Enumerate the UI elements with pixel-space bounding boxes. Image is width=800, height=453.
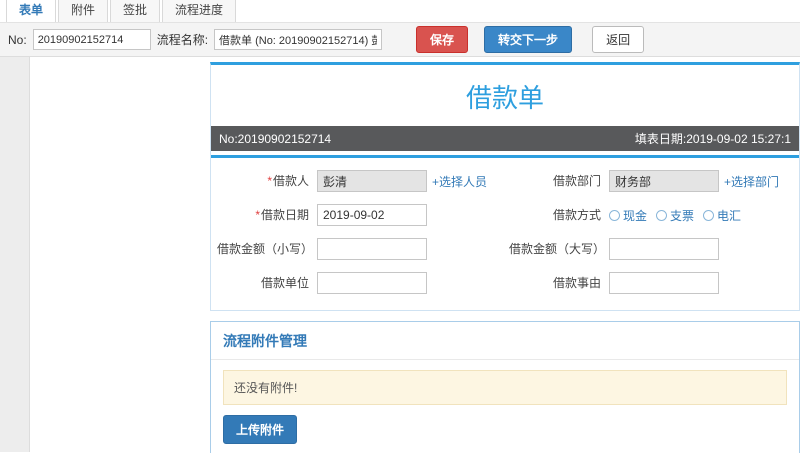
form-no-text: No:20190902152714 <box>219 131 332 146</box>
attachment-panel: 流程附件管理 还没有附件! 上传附件 <box>210 321 800 453</box>
process-name-input[interactable] <box>214 29 383 50</box>
borrower-input[interactable] <box>317 170 427 192</box>
no-input[interactable] <box>32 29 151 50</box>
tab-process-progress[interactable]: 流程进度 <box>162 0 237 22</box>
left-sidebar-strip <box>0 57 30 452</box>
radio-icon[interactable] <box>609 209 620 221</box>
field-borrower: *借款人 +选择人员 <box>213 164 505 198</box>
transfer-next-step-button[interactable]: 转交下一步 <box>484 26 573 53</box>
upload-attachment-button[interactable]: 上传附件 <box>223 415 298 444</box>
form-date-text: 填表日期:2019-09-02 15:27:1 <box>634 132 791 146</box>
department-input[interactable] <box>609 170 719 192</box>
amount-lowercase-label: 借款金额（小写） <box>217 241 314 256</box>
field-loan-date: *借款日期 <box>213 198 505 232</box>
main-content: 借款单 No:20190902152714 填表日期:2019-09-02 15… <box>210 62 800 453</box>
field-loan-unit: 借款单位 <box>213 266 505 300</box>
radio-icon[interactable] <box>703 209 715 221</box>
loan-unit-label: 借款单位 <box>260 275 309 290</box>
save-button[interactable]: 保存 <box>416 26 469 53</box>
field-department: 借款部门 +选择部门 <box>505 164 797 198</box>
process-name-label: 流程名称: <box>156 33 209 47</box>
form-info-bar: No:20190902152714 填表日期:2019-09-02 15:27:… <box>211 126 799 151</box>
tab-form[interactable]: 表单 <box>6 0 57 22</box>
radio-label: 现金 <box>623 208 648 223</box>
borrower-label: *借款人 <box>267 173 309 188</box>
field-amount-lowercase: 借款金额（小写） <box>213 232 505 266</box>
no-label: No: <box>8 32 27 47</box>
field-amount-uppercase: 借款金额（大写） <box>505 232 797 266</box>
loan-reason-input[interactable] <box>609 272 719 294</box>
radio-label: 电汇 <box>717 208 742 223</box>
loan-form-panel: 借款单 No:20190902152714 填表日期:2019-09-02 15… <box>210 62 800 311</box>
radio-option-cash[interactable]: 现金 <box>609 207 647 224</box>
field-loan-method: 借款方式 现金 支票 电汇 <box>505 198 797 232</box>
action-toolbar: No: 流程名称: 保存 转交下一步 返回 <box>0 23 800 57</box>
top-tabbar: 表单 附件 签批 流程进度 <box>0 0 800 23</box>
page-title: 借款单 <box>465 83 544 113</box>
select-department-link[interactable]: +选择部门 <box>724 173 779 190</box>
loan-date-input[interactable] <box>317 204 427 226</box>
amount-uppercase-input[interactable] <box>609 238 719 260</box>
select-person-link[interactable]: +选择人员 <box>432 173 487 190</box>
tab-attachments[interactable]: 附件 <box>58 0 109 22</box>
radio-label: 支票 <box>670 208 695 223</box>
required-mark: * <box>255 207 260 222</box>
amount-uppercase-label: 借款金额（大写） <box>509 241 606 256</box>
loan-date-label: *借款日期 <box>255 207 309 222</box>
radio-icon[interactable] <box>656 209 668 221</box>
back-button[interactable]: 返回 <box>592 26 645 53</box>
form-fields-grid: *借款人 +选择人员 借款部门 +选择部门 *借款日期 借款方式 <box>211 158 799 310</box>
no-attachments-notice: 还没有附件! <box>223 370 787 405</box>
loan-unit-input[interactable] <box>317 272 427 294</box>
radio-option-wire[interactable]: 电汇 <box>703 207 741 224</box>
attachment-panel-title: 流程附件管理 <box>211 322 799 360</box>
department-label: 借款部门 <box>552 173 601 188</box>
workspace: 借款单 No:20190902152714 填表日期:2019-09-02 15… <box>0 57 800 453</box>
required-mark: * <box>267 173 272 188</box>
amount-lowercase-input[interactable] <box>317 238 427 260</box>
field-loan-reason: 借款事由 <box>505 266 797 300</box>
loan-reason-label: 借款事由 <box>552 275 601 290</box>
loan-method-label: 借款方式 <box>552 207 601 222</box>
tab-approval[interactable]: 签批 <box>110 0 161 22</box>
radio-option-check[interactable]: 支票 <box>656 207 694 224</box>
